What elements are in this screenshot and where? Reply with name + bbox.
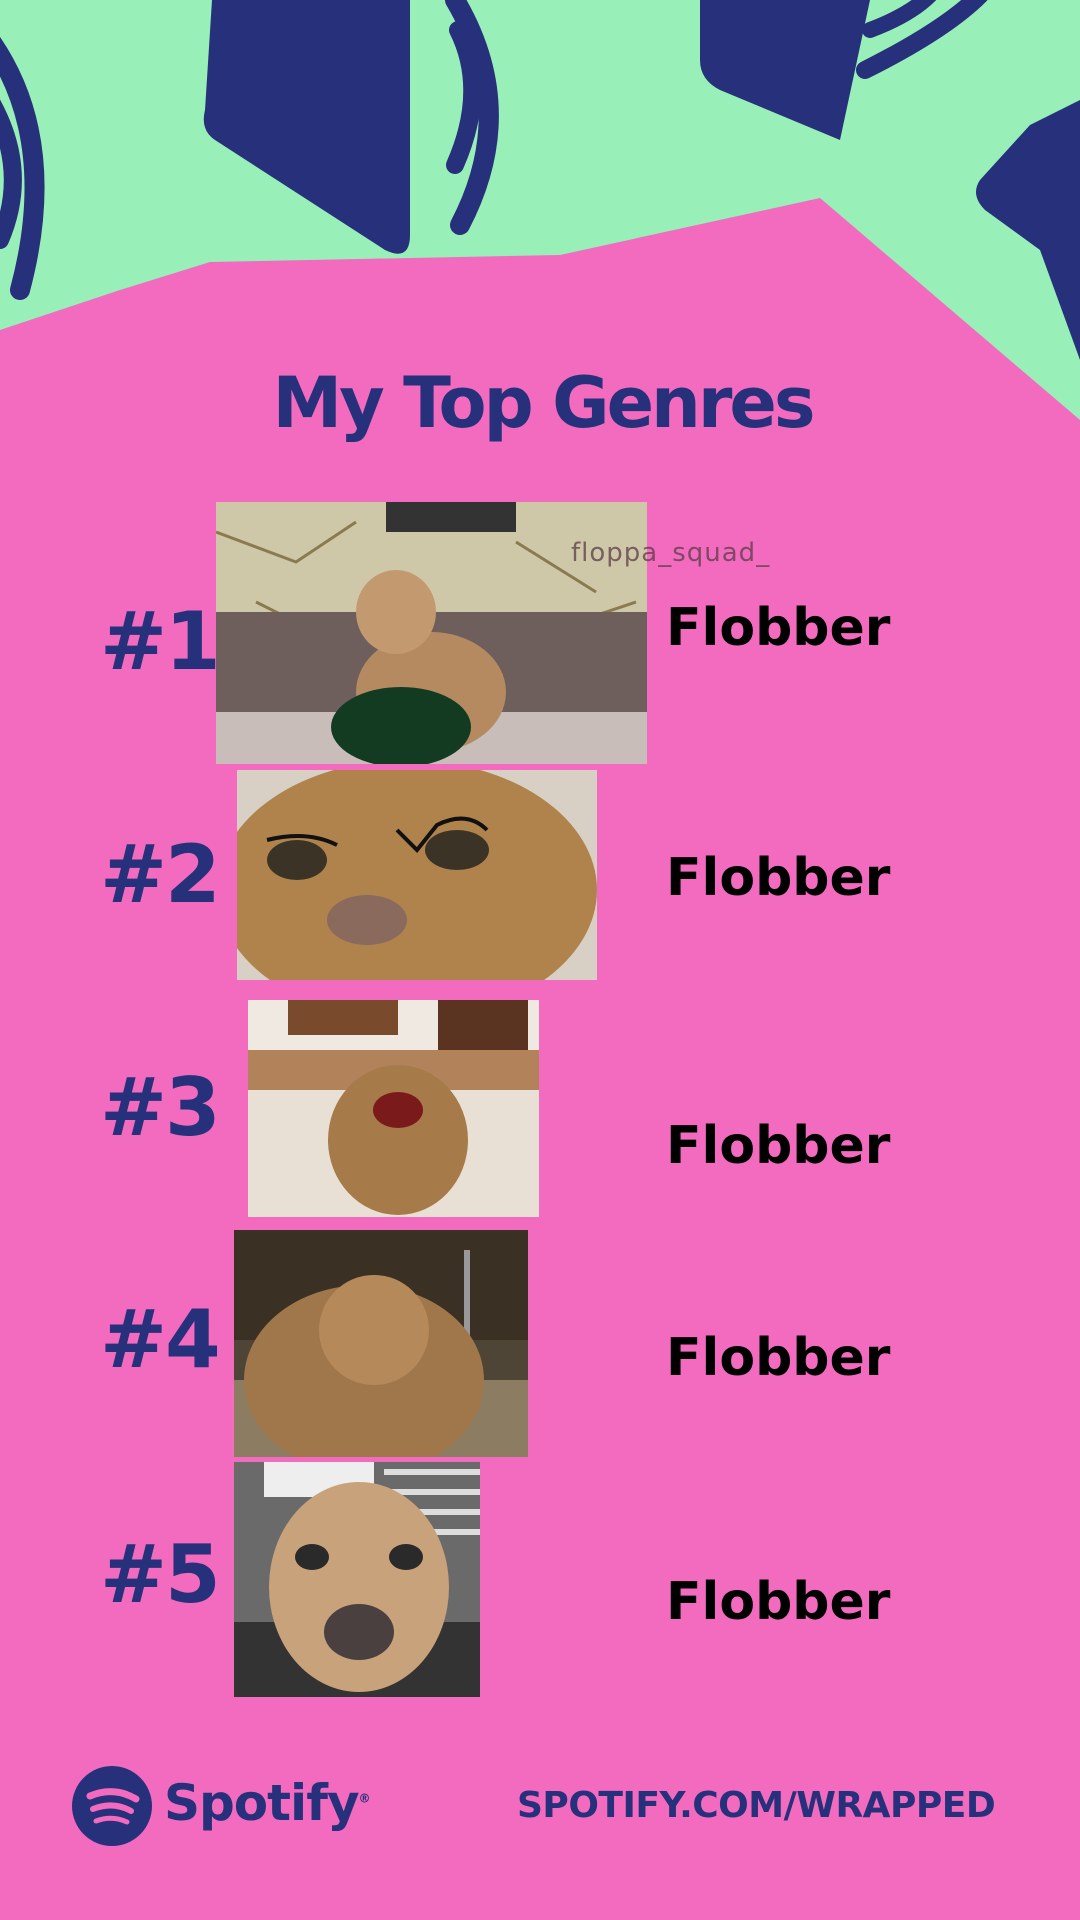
genre-photo-4 xyxy=(234,1230,528,1457)
rank-4: #4 xyxy=(100,1293,221,1386)
genre-name-5: Flobber xyxy=(666,1572,891,1632)
spotify-brand-text: Spotify xyxy=(164,1774,360,1832)
photo-watermark: floppa_squad_ xyxy=(571,538,771,568)
genre-photo-5 xyxy=(234,1462,480,1697)
genre-photo-3 xyxy=(248,1000,539,1217)
page-title: My Top Genres xyxy=(272,362,815,444)
rank-2: #2 xyxy=(100,828,221,921)
rank-1: #1 xyxy=(100,595,221,688)
registered-mark: ® xyxy=(358,1791,371,1806)
genre-photo-2 xyxy=(237,770,597,980)
spotify-logo-icon xyxy=(72,1766,152,1846)
rank-3: #3 xyxy=(100,1061,221,1154)
wrapped-card: My Top Genres #1 floppa_squad_ Flobber #… xyxy=(0,0,1080,1920)
wrapped-url[interactable]: SPOTIFY.COM/WRAPPED xyxy=(517,1788,996,1824)
genre-name-2: Flobber xyxy=(666,848,891,908)
genre-name-3: Flobber xyxy=(666,1116,891,1176)
spotify-wordmark: Spotify® xyxy=(164,1778,371,1828)
genre-name-1: Flobber xyxy=(666,598,891,658)
rank-5: #5 xyxy=(100,1528,221,1621)
genre-name-4: Flobber xyxy=(666,1328,891,1388)
